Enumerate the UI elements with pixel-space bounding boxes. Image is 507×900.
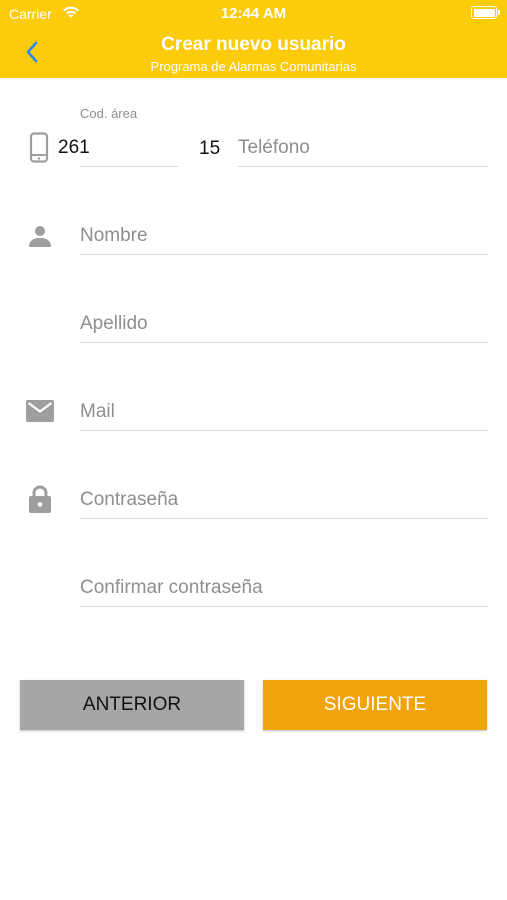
person-icon (29, 226, 51, 247)
first-name-underline (80, 254, 488, 255)
battery-tip (498, 10, 500, 15)
phone-underline (238, 166, 488, 167)
first-name-input[interactable] (80, 221, 488, 251)
clock: 12:44 AM (220, 5, 287, 22)
page-title: Crear nuevo usuario (161, 34, 346, 55)
area-code-underline (80, 166, 178, 167)
last-name-underline (80, 342, 488, 343)
phone-icon (29, 132, 49, 163)
password-input[interactable] (80, 485, 488, 515)
next-button[interactable]: SIGUIENTE (263, 680, 487, 730)
confirm-password-underline (80, 606, 488, 607)
area-code-input[interactable] (58, 133, 178, 163)
email-input[interactable] (80, 397, 488, 427)
page-subtitle: Programa de Alarmas Comunitarias (150, 59, 357, 74)
phone-input[interactable] (238, 133, 488, 163)
area-code-caption: Cod. área (80, 106, 138, 121)
email-underline (80, 430, 488, 431)
previous-button[interactable]: ANTERIOR (20, 680, 244, 730)
mail-icon (26, 400, 54, 422)
status-bar: Carrier 12:44 AM (0, 0, 507, 28)
app-header: Carrier 12:44 AM Crear nuevo usuario Pro… (0, 0, 507, 78)
confirm-password-input[interactable] (80, 573, 488, 603)
password-underline (80, 518, 488, 519)
phone-prefix: 15 (199, 138, 221, 159)
lock-icon (29, 485, 51, 513)
battery-icon (471, 6, 497, 19)
last-name-input[interactable] (80, 309, 488, 339)
